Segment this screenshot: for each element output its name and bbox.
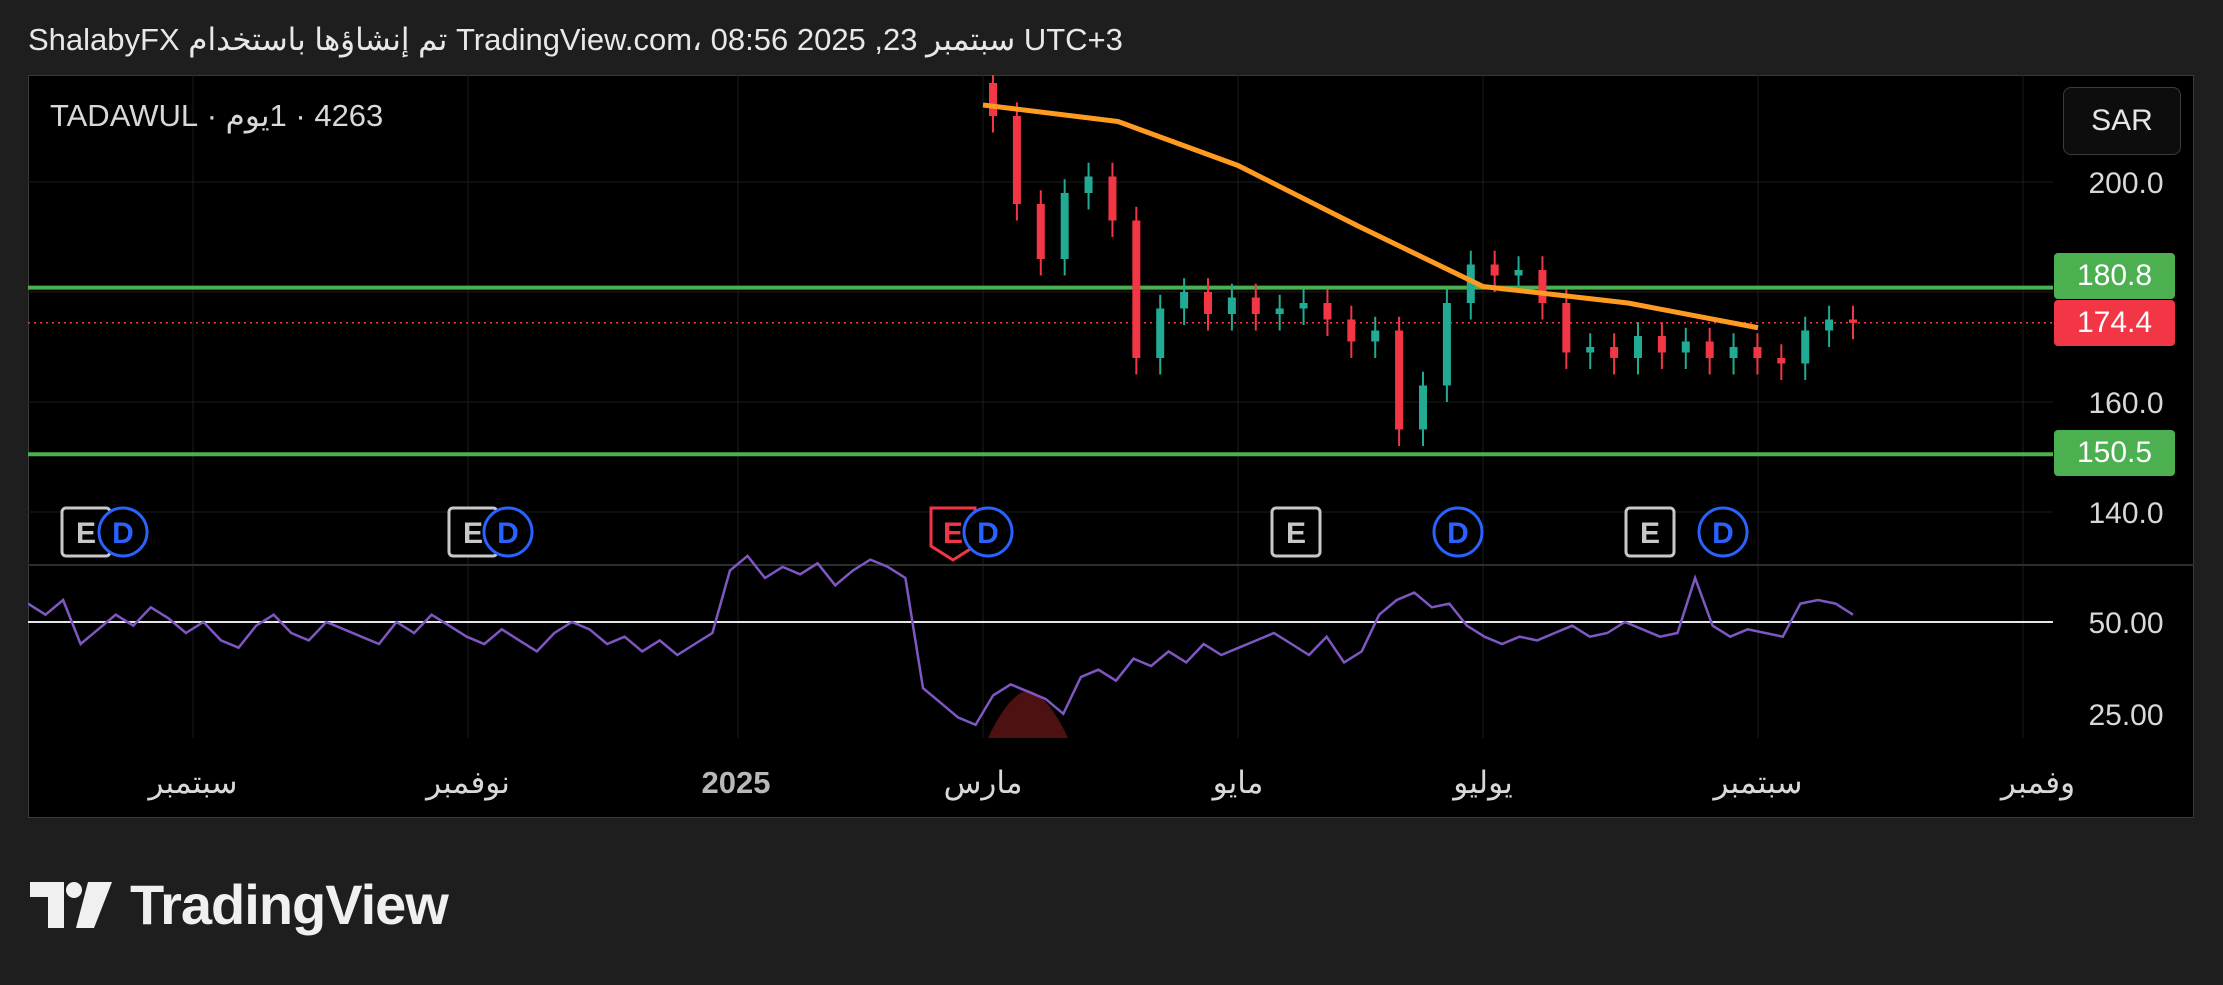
earnings-event-label: E <box>76 517 96 550</box>
candle-body <box>1634 336 1642 358</box>
candle-body <box>1012 116 1021 204</box>
time-axis-tick-label: مارس <box>944 765 1023 801</box>
candle-body <box>1395 330 1404 430</box>
dividend-event-label: D <box>977 517 999 550</box>
dividend-event-label: D <box>1712 517 1734 550</box>
time-axis-tick-label: نوفمبر <box>424 765 510 801</box>
candle-body <box>1705 341 1714 358</box>
chart-header-text: ShalabyFX تم إنشاؤها باستخدام TradingVie… <box>28 22 1123 57</box>
earnings-event-label: E <box>1640 517 1660 550</box>
candle-body <box>1490 264 1499 276</box>
candle-body <box>1060 193 1069 259</box>
footer-brand: TradingView <box>130 873 449 936</box>
time-axis-tick-label: يوليو <box>1451 765 1512 801</box>
candle-body <box>1442 303 1451 386</box>
candle-body <box>1036 204 1045 259</box>
candle-body <box>1562 303 1571 353</box>
currency-button[interactable]: SAR <box>2063 87 2181 155</box>
candle-body <box>1514 270 1523 276</box>
candle-body <box>1825 319 1834 331</box>
candle-body <box>1371 330 1380 342</box>
candle-body <box>1084 176 1093 193</box>
grid <box>28 75 2194 738</box>
candle-body <box>1132 220 1141 358</box>
candle-body <box>1801 330 1810 364</box>
candle-body <box>1777 358 1786 364</box>
candle-body <box>1299 303 1308 309</box>
horizontal-levels <box>28 285 2053 457</box>
candle-body <box>1849 319 1857 323</box>
time-axis-tick-label: سبتمبر <box>1711 765 1802 801</box>
rsi-axis-tick-label: 50.00 <box>2088 607 2163 640</box>
candle-body <box>1347 319 1356 342</box>
rsi-axis-tick-label: 25.00 <box>2088 699 2163 732</box>
price-axis-tick-label: 140.0 <box>2088 497 2163 530</box>
candle-body <box>989 83 997 116</box>
tradingview-logo-icon <box>30 881 112 928</box>
candle-body <box>1586 347 1595 353</box>
moving-average <box>982 102 1759 331</box>
level-price-tag-lower: 150.5 <box>2054 430 2175 476</box>
event-markers[interactable]: EDEDEDEDED <box>60 506 1749 562</box>
time-axis-tick-label: سبتمبر <box>146 765 237 801</box>
last-price-tag: 174.4 <box>2054 300 2175 346</box>
dividend-event-label: D <box>112 517 134 550</box>
candle-body <box>1323 303 1332 320</box>
candles <box>989 75 1857 446</box>
rsi-panel <box>28 554 2053 738</box>
time-axis-tick-label: مايو <box>1211 765 1264 801</box>
axes: 200.0 160.0 140.0 50.00 25.00 سبتمبر نوفمبر 202… <box>146 167 2163 801</box>
rsi-oversold-fill <box>988 690 1068 738</box>
time-axis-tick-label: 2025 <box>702 765 771 800</box>
candle-body <box>1251 297 1260 314</box>
price-chart[interactable]: EDEDEDEDED 200.0160.0140.050.0025.00سبتم… <box>28 75 2194 818</box>
candle-body <box>1729 347 1738 358</box>
moving-average-line <box>982 102 1759 331</box>
candle-body <box>1538 270 1547 303</box>
dividend-event-label: D <box>497 517 519 550</box>
earnings-event-label: E <box>943 517 963 550</box>
rsi-line <box>28 554 1854 727</box>
time-axis-tick-label: وفمبر <box>1999 765 2075 801</box>
candle-body <box>1753 347 1762 358</box>
candle-body <box>1657 336 1666 353</box>
earnings-event-label: E <box>1286 517 1306 550</box>
dividend-event-label: D <box>1447 517 1469 550</box>
candle-body <box>1681 341 1690 353</box>
candle-body <box>1275 308 1284 314</box>
symbol-label: 4263 · 1يوم · TADAWUL <box>50 98 384 133</box>
candle-body <box>1180 292 1189 309</box>
candle-body <box>1227 297 1236 314</box>
candle-body <box>1419 385 1427 430</box>
level-price-tag-upper: 180.8 <box>2054 253 2175 299</box>
price-axis-tick-label: 200.0 <box>2088 167 2163 200</box>
tradingview-logo[interactable]: TradingView <box>30 872 449 937</box>
earnings-event-label: E <box>463 517 483 550</box>
candle-body <box>1204 292 1212 314</box>
candle-body <box>1610 347 1619 358</box>
candle-body <box>1156 308 1165 358</box>
candle-body <box>1108 176 1117 221</box>
price-axis-tick-label: 160.0 <box>2088 387 2163 420</box>
